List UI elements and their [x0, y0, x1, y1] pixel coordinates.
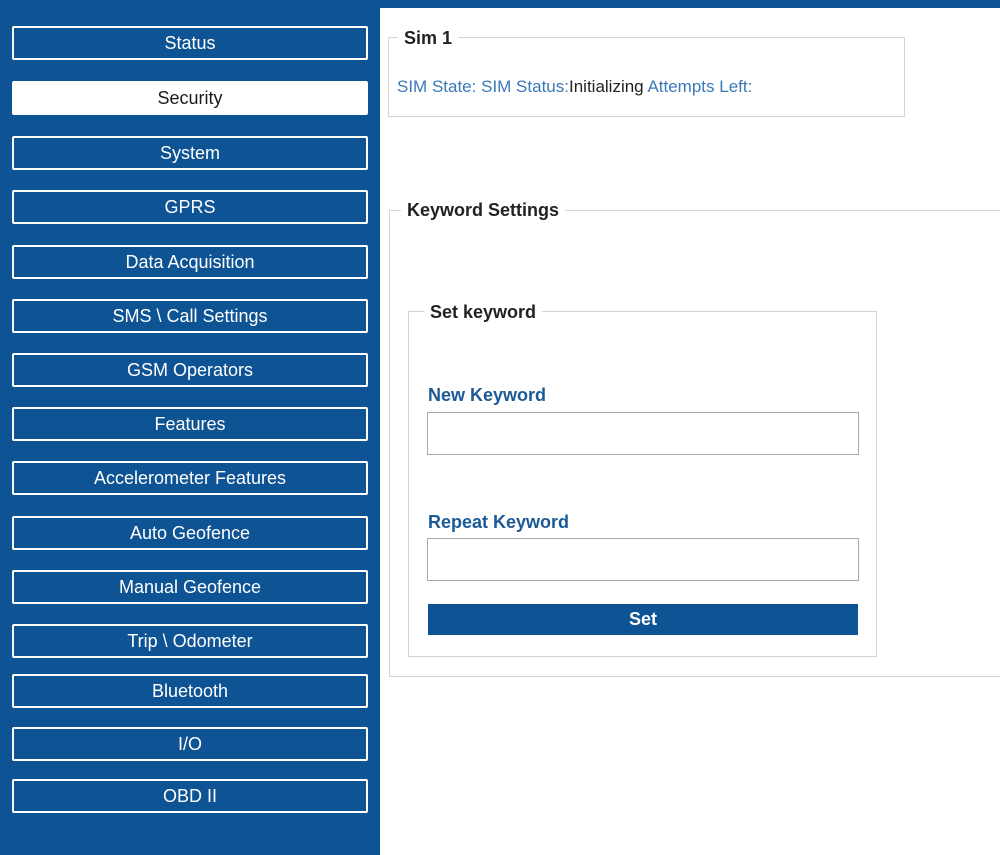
- keyword-settings-title: Keyword Settings: [401, 199, 566, 221]
- sidebar-item-gprs[interactable]: GPRS: [12, 190, 368, 224]
- sim-state-label: SIM State:: [397, 77, 477, 96]
- sidebar-item-bluetooth[interactable]: Bluetooth: [12, 674, 368, 708]
- new-keyword-input[interactable]: [427, 412, 859, 455]
- sim-group-title: Sim 1: [398, 27, 459, 49]
- set-keyword-title: Set keyword: [424, 301, 543, 323]
- sidebar-item-manual-geofence[interactable]: Manual Geofence: [12, 570, 368, 604]
- sidebar: Status Security System GPRS Data Acquisi…: [0, 0, 380, 855]
- sidebar-item-status[interactable]: Status: [12, 26, 368, 60]
- sidebar-item-data-acquisition[interactable]: Data Acquisition: [12, 245, 368, 279]
- repeat-keyword-input[interactable]: [427, 538, 859, 581]
- sidebar-item-security[interactable]: Security: [12, 81, 368, 115]
- sidebar-item-accelerometer-features[interactable]: Accelerometer Features: [12, 461, 368, 495]
- sidebar-item-features[interactable]: Features: [12, 407, 368, 441]
- new-keyword-label: New Keyword: [428, 385, 547, 405]
- sidebar-item-io[interactable]: I/O: [12, 727, 368, 761]
- sidebar-item-system[interactable]: System: [12, 136, 368, 170]
- sidebar-item-gsm-operators[interactable]: GSM Operators: [12, 353, 368, 387]
- sim-status-line: SIM State: SIM Status:Initializing Attem…: [397, 76, 752, 98]
- repeat-keyword-label: Repeat Keyword: [428, 512, 570, 532]
- sim-status-label: SIM Status:: [481, 77, 569, 96]
- sim-status-value: Initializing: [568, 77, 644, 96]
- attempts-left-label: Attempts Left:: [647, 77, 753, 96]
- sidebar-item-auto-geofence[interactable]: Auto Geofence: [12, 516, 368, 550]
- set-button[interactable]: Set: [428, 604, 858, 635]
- sidebar-item-sms-call-settings[interactable]: SMS \ Call Settings: [12, 299, 368, 333]
- sidebar-item-trip-odometer[interactable]: Trip \ Odometer: [12, 624, 368, 658]
- sidebar-item-obd-ii[interactable]: OBD II: [12, 779, 368, 813]
